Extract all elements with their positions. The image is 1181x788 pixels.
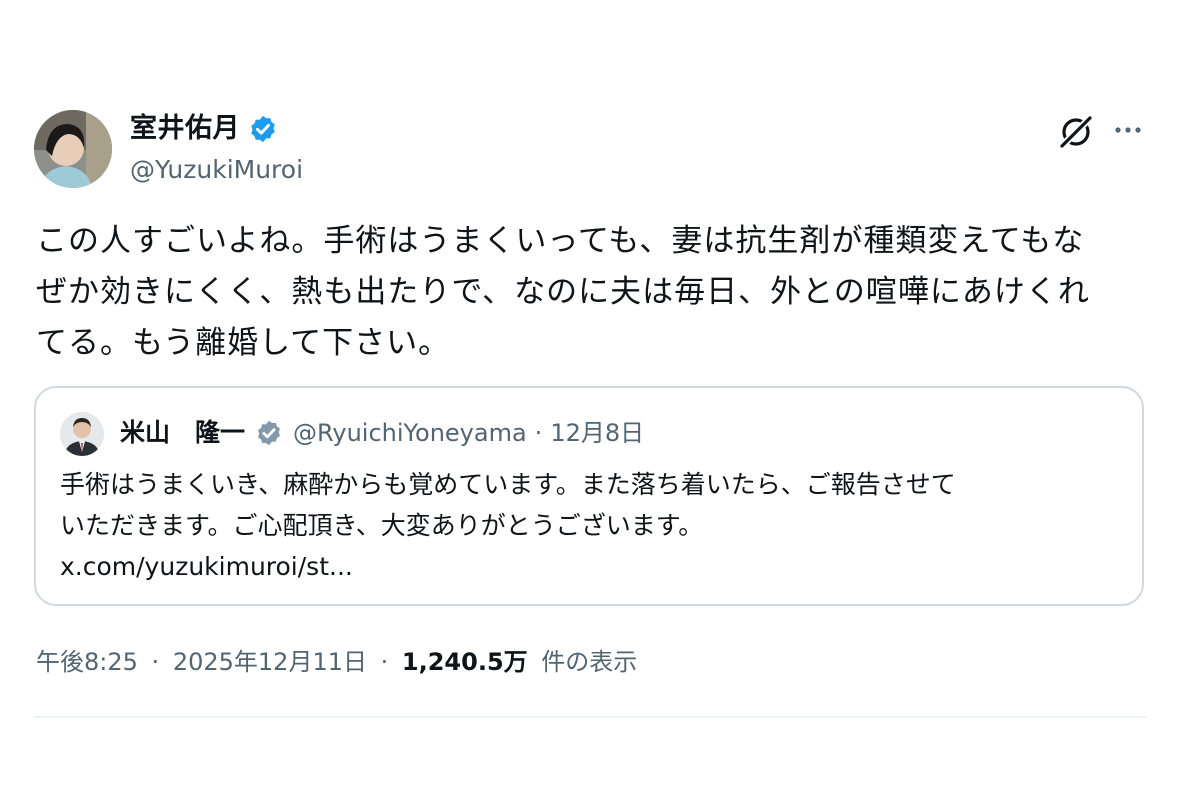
author-display-name[interactable]: 室井佑月 xyxy=(130,112,240,146)
author-avatar[interactable] xyxy=(34,110,112,188)
quoted-tweet[interactable]: 米山 隆一 @RyuichiYoneyama · 12月8日 手術はうまくいき、… xyxy=(34,386,1144,606)
tweet-card: 室井佑月 @YuzukiMuroi この人すごいよね。手術はうまくいっても、妻は… xyxy=(0,0,1181,788)
view-count-label: 件の表示 xyxy=(541,648,638,676)
quoted-header: 米山 隆一 @RyuichiYoneyama · 12月8日 xyxy=(120,416,644,450)
grok-icon[interactable] xyxy=(1056,112,1096,152)
tweet-time[interactable]: 午後8:25 xyxy=(36,648,138,676)
author-name-row: 室井佑月 xyxy=(130,112,278,146)
divider xyxy=(34,716,1146,718)
verified-badge-icon xyxy=(251,115,275,143)
quoted-text: 手術はうまくいき、麻酔からも覚めています。また落ち着いたら、ご報告させて いただ… xyxy=(60,470,956,581)
quoted-date[interactable]: 12月8日 xyxy=(550,416,644,450)
more-options-icon[interactable] xyxy=(1108,110,1148,150)
tweet-date[interactable]: 2025年12月11日 xyxy=(173,648,367,676)
author-handle[interactable]: @YuzukiMuroi xyxy=(130,154,303,186)
quoted-separator: · xyxy=(534,419,543,447)
tweet-meta: 午後8:25 · 2025年12月11日 · 1,240.5万 件の表示 xyxy=(36,644,637,680)
quoted-handle[interactable]: @RyuichiYoneyama xyxy=(293,416,527,450)
meta-separator: · xyxy=(380,648,389,676)
view-count: 1,240.5万 xyxy=(401,648,528,676)
quoted-display-name[interactable]: 米山 隆一 xyxy=(120,416,245,450)
meta-separator: · xyxy=(151,648,160,676)
tweet-text: この人すごいよね。手術はうまくいっても、妻は抗生剤が種類変えてもな ぜか効きにく… xyxy=(36,223,1090,361)
quoted-author-avatar[interactable] xyxy=(60,412,104,456)
verified-badge-icon xyxy=(258,420,280,446)
